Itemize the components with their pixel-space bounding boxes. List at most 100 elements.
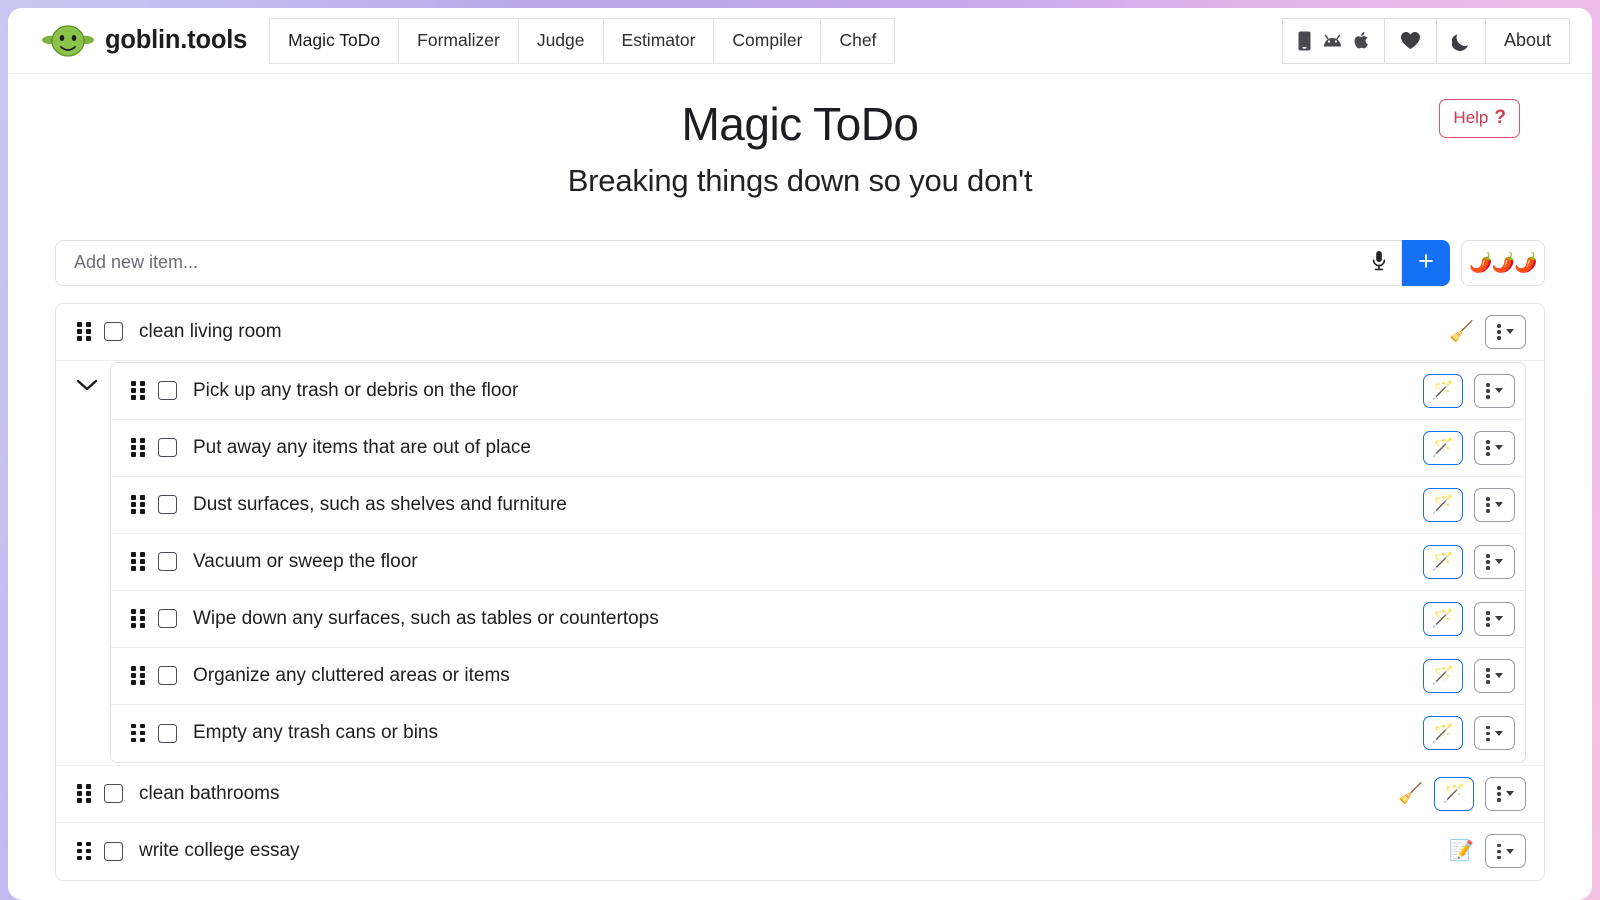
subtask-checkbox[interactable] bbox=[158, 381, 177, 401]
drag-handle-icon[interactable] bbox=[131, 609, 147, 629]
microphone-button[interactable] bbox=[1366, 249, 1392, 277]
subtask-checkbox[interactable] bbox=[158, 666, 177, 686]
tab-formalizer[interactable]: Formalizer bbox=[399, 17, 519, 64]
kebab-menu-icon[interactable] bbox=[1474, 658, 1515, 693]
task-list: clean living room 🧹 Pick up any trash or… bbox=[55, 302, 1545, 881]
magic-wand-icon: 🪄 bbox=[1431, 722, 1455, 743]
magic-wand-icon: 🪄 bbox=[1431, 494, 1455, 515]
list-item[interactable]: Empty any trash cans or bins 🪄 bbox=[111, 704, 1525, 762]
drag-handle-icon[interactable] bbox=[131, 723, 147, 743]
drag-handle-icon[interactable] bbox=[77, 784, 93, 804]
tab-chef[interactable]: Chef bbox=[821, 17, 896, 64]
task-label: write college essay bbox=[139, 840, 300, 862]
magic-wand-button[interactable]: 🪄 bbox=[1423, 544, 1463, 579]
about-button[interactable]: About bbox=[1485, 17, 1570, 64]
list-item[interactable]: Put away any items that are out of place… bbox=[111, 419, 1525, 477]
favorite-button[interactable] bbox=[1384, 17, 1437, 64]
table-row[interactable]: clean bathrooms 🧹 🪄 bbox=[56, 765, 1544, 823]
kebab-menu-icon[interactable] bbox=[1474, 716, 1515, 751]
kebab-menu-icon[interactable] bbox=[1485, 834, 1526, 869]
drag-handle-icon[interactable] bbox=[131, 438, 147, 458]
drag-handle-icon[interactable] bbox=[131, 666, 147, 686]
theme-toggle-button[interactable] bbox=[1436, 17, 1486, 64]
collapse-toggle-chevron-down-icon[interactable] bbox=[64, 361, 110, 765]
task-checkbox[interactable] bbox=[104, 841, 123, 861]
plus-icon: + bbox=[1418, 246, 1434, 277]
broom-icon[interactable]: 🧹 bbox=[1449, 322, 1474, 342]
list-item[interactable]: Dust surfaces, such as shelves and furni… bbox=[111, 476, 1525, 534]
subtask-label: Put away any items that are out of place bbox=[193, 436, 531, 458]
tab-judge[interactable]: Judge bbox=[518, 17, 604, 64]
subtask-label: Empty any trash cans or bins bbox=[193, 722, 438, 744]
new-item-input[interactable] bbox=[56, 240, 1401, 285]
task-label: clean bathrooms bbox=[139, 782, 280, 804]
memo-icon[interactable]: 📝 bbox=[1449, 841, 1474, 861]
magic-wand-button[interactable]: 🪄 bbox=[1423, 716, 1463, 751]
kebab-menu-icon[interactable] bbox=[1474, 601, 1515, 636]
add-item-button[interactable]: + bbox=[1402, 239, 1450, 286]
task-label: clean living room bbox=[139, 320, 282, 342]
brand-name: goblin.tools bbox=[105, 26, 248, 54]
nav-right-group: About bbox=[1281, 17, 1570, 64]
goblin-face-icon bbox=[42, 24, 94, 58]
kebab-menu-icon[interactable] bbox=[1474, 430, 1515, 465]
magic-wand-button[interactable]: 🪄 bbox=[1423, 601, 1463, 636]
subtask-checkbox[interactable] bbox=[158, 609, 177, 629]
subtask-checkbox[interactable] bbox=[158, 552, 177, 572]
subtask-checkbox[interactable] bbox=[158, 495, 177, 515]
magic-wand-button[interactable]: 🪄 bbox=[1423, 373, 1463, 408]
list-item[interactable]: Vacuum or sweep the floor 🪄 bbox=[111, 533, 1525, 591]
heart-icon bbox=[1400, 31, 1421, 50]
brand[interactable]: goblin.tools bbox=[42, 24, 247, 58]
kebab-menu-icon[interactable] bbox=[1485, 776, 1526, 811]
phone-icon bbox=[1298, 31, 1311, 51]
list-item[interactable]: Organize any cluttered areas or items 🪄 bbox=[111, 647, 1525, 705]
tab-compiler[interactable]: Compiler bbox=[714, 17, 822, 64]
drag-handle-icon[interactable] bbox=[131, 552, 147, 572]
subtask-label: Wipe down any surfaces, such as tables o… bbox=[193, 607, 659, 629]
task-checkbox[interactable] bbox=[104, 322, 123, 342]
list-item[interactable]: Wipe down any surfaces, such as tables o… bbox=[111, 590, 1525, 648]
chili-pepper-icon: 🌶️🌶️🌶️ bbox=[1469, 252, 1538, 274]
kebab-menu-icon[interactable] bbox=[1474, 544, 1515, 579]
kebab-menu-icon[interactable] bbox=[1474, 373, 1515, 408]
row-actions: 🪄 bbox=[1423, 430, 1515, 465]
app-window: goblin.tools Magic ToDo Formalizer Judge… bbox=[8, 8, 1592, 900]
spiciness-button[interactable]: 🌶️🌶️🌶️ bbox=[1461, 239, 1545, 286]
magic-wand-icon: 🪄 bbox=[1431, 437, 1455, 458]
kebab-menu-icon[interactable] bbox=[1474, 487, 1515, 522]
drag-handle-icon[interactable] bbox=[131, 495, 147, 515]
tab-magic-todo[interactable]: Magic ToDo bbox=[269, 17, 400, 64]
row-actions: 🪄 bbox=[1423, 716, 1515, 751]
help-button[interactable]: Help ? bbox=[1439, 99, 1520, 138]
magic-wand-icon: 🪄 bbox=[1431, 551, 1455, 572]
drag-handle-icon[interactable] bbox=[77, 841, 93, 861]
table-row[interactable]: clean living room 🧹 bbox=[56, 303, 1544, 361]
task-checkbox[interactable] bbox=[104, 784, 123, 804]
subtask-group-row: Pick up any trash or debris on the floor… bbox=[56, 360, 1544, 766]
drag-handle-icon[interactable] bbox=[131, 381, 147, 401]
magic-wand-button[interactable]: 🪄 bbox=[1423, 487, 1463, 522]
table-row[interactable]: write college essay 📝 bbox=[56, 822, 1544, 880]
page-subtitle: Breaking things down so you don't bbox=[567, 162, 1033, 198]
broom-icon[interactable]: 🧹 bbox=[1398, 784, 1423, 804]
row-actions: 📝 bbox=[1449, 834, 1526, 869]
kebab-menu-icon[interactable] bbox=[1485, 314, 1526, 349]
question-mark-icon: ? bbox=[1494, 107, 1506, 128]
drag-handle-icon[interactable] bbox=[77, 322, 93, 342]
new-item-input-wrap bbox=[55, 239, 1402, 286]
subtask-checkbox[interactable] bbox=[158, 438, 177, 458]
magic-wand-button[interactable]: 🪄 bbox=[1423, 430, 1463, 465]
magic-wand-button[interactable]: 🪄 bbox=[1423, 658, 1463, 693]
list-item[interactable]: Pick up any trash or debris on the floor… bbox=[111, 362, 1525, 420]
magic-wand-icon: 🪄 bbox=[1442, 783, 1466, 804]
subtask-checkbox[interactable] bbox=[158, 723, 177, 743]
platform-links-button[interactable] bbox=[1281, 17, 1385, 64]
row-actions: 🧹 🪄 bbox=[1398, 776, 1526, 811]
tab-estimator[interactable]: Estimator bbox=[603, 17, 715, 64]
magic-wand-button[interactable]: 🪄 bbox=[1434, 776, 1474, 811]
row-actions: 🪄 bbox=[1423, 658, 1515, 693]
row-actions: 🪄 bbox=[1423, 601, 1515, 636]
magic-wand-icon: 🪄 bbox=[1431, 608, 1455, 629]
header-zone: Magic ToDo Breaking things down so you d… bbox=[55, 74, 1545, 199]
